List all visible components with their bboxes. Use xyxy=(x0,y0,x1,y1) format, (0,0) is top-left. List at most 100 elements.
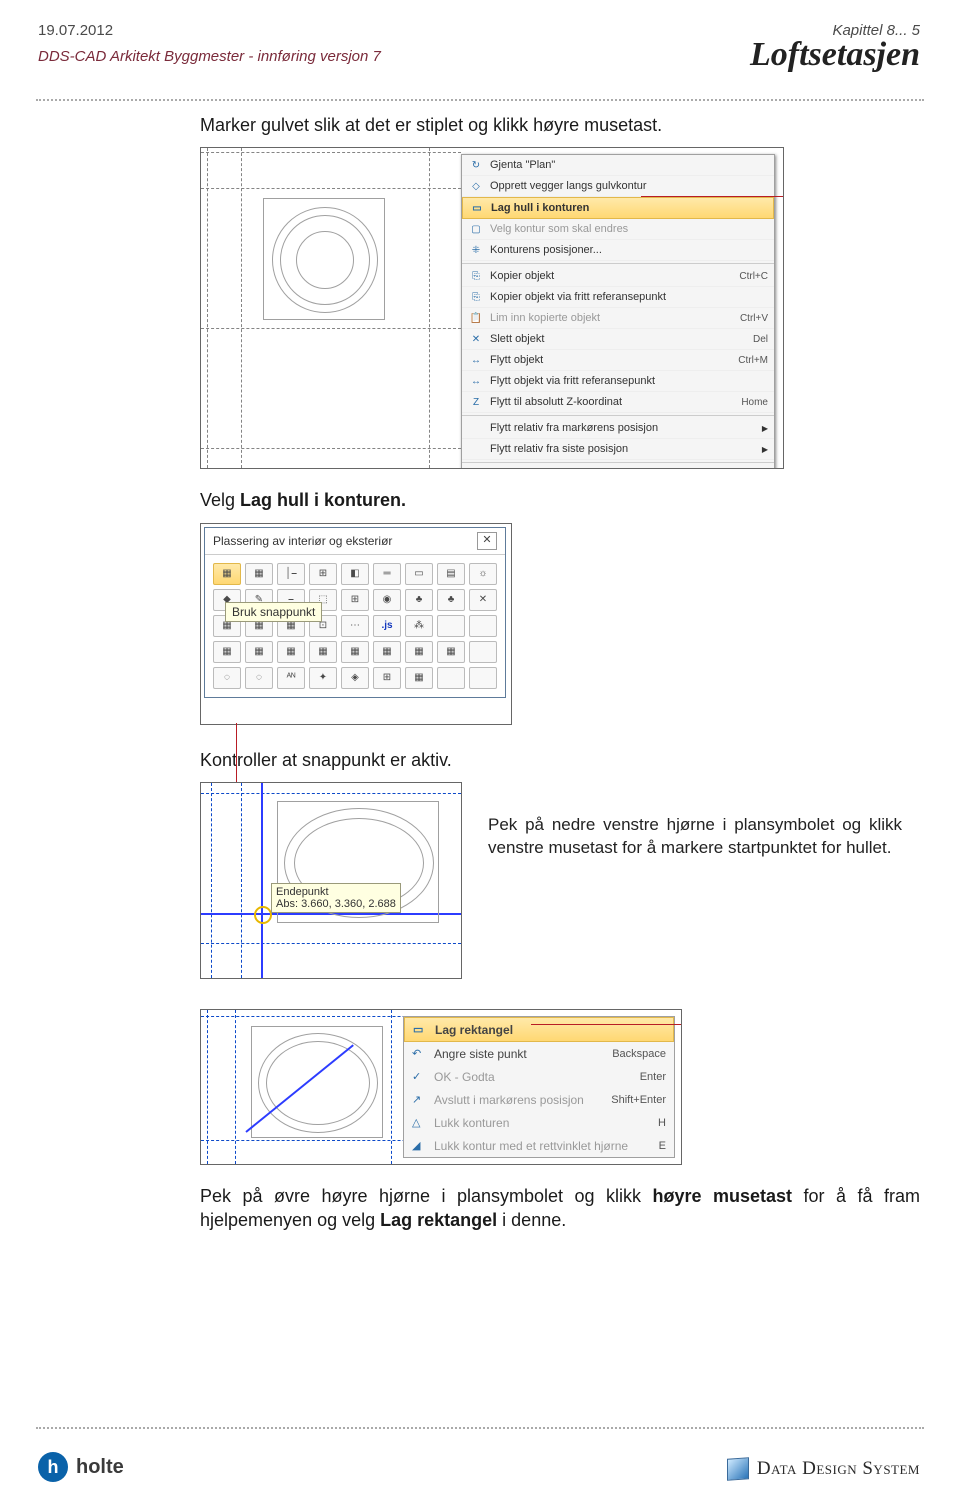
menu-shortcut: Shift+Enter xyxy=(611,1094,666,1106)
ribbon-button[interactable]: ✕ xyxy=(469,589,497,611)
menu-icon: ▢ xyxy=(468,222,484,236)
ribbon-button[interactable]: ♣ xyxy=(405,589,433,611)
menu-item[interactable]: ↶Angre siste punktBackspace xyxy=(404,1042,674,1065)
ribbon-button[interactable]: ▦ xyxy=(245,641,273,663)
menu-icon: ⎘ xyxy=(468,269,484,283)
menu-item[interactable]: ZFlytt til absolutt Z-koordinatHome xyxy=(462,392,774,413)
menu-icon: ↶ xyxy=(412,1047,428,1060)
ribbon-button[interactable]: ▦ xyxy=(245,563,273,585)
menu-item[interactable]: ⁜ Konturens posisjoner... xyxy=(462,240,774,261)
menu-item[interactable]: ⎘Kopier objekt via fritt referansepunkt xyxy=(462,287,774,308)
menu-item: △Lukk konturenH xyxy=(404,1111,674,1134)
ribbon-button[interactable]: ◧ xyxy=(341,563,369,585)
ribbon-button[interactable] xyxy=(437,667,465,689)
ribbon-button[interactable]: ▦ xyxy=(277,641,305,663)
menu-label: Avslutt i markørens posisjon xyxy=(434,1093,611,1107)
menu-icon: ▭ xyxy=(469,201,485,215)
menu-item[interactable]: ↔Flytt objekt via fritt referansepunkt xyxy=(462,371,774,392)
menu-item: ▢ Velg kontur som skal endres xyxy=(462,219,774,240)
ribbon-button[interactable]: ⊞ xyxy=(341,589,369,611)
menu-item[interactable]: ↻Roter objekt om Z-aksen xyxy=(462,465,774,469)
para-4: Pek på nedre venstre hjørne i plansymbol… xyxy=(488,814,902,860)
menu-item: ↗Avslutt i markørens posisjonShift+Enter xyxy=(404,1088,674,1111)
ribbon-button[interactable]: │⎯ xyxy=(277,563,305,585)
plan-area xyxy=(201,148,461,468)
menu-label: Lukk kontur med et rettvinklet hjørne xyxy=(434,1139,659,1153)
ribbon-button[interactable] xyxy=(469,615,497,637)
ribbon-button[interactable]: ᴬᴺ xyxy=(277,667,305,689)
menu-item[interactable]: ⎘Kopier objektCtrl+C xyxy=(462,266,774,287)
menu-label: Kopier objekt xyxy=(490,270,739,282)
p5d: Lag rektangel xyxy=(380,1210,497,1230)
figure-menu-rect: ▭Lag rektangel↶Angre siste punktBackspac… xyxy=(200,1009,682,1165)
ribbon-button[interactable]: ⁂ xyxy=(405,615,433,637)
ribbon-button[interactable]: .js xyxy=(373,615,401,637)
ribbon-button[interactable]: ◌ xyxy=(245,667,273,689)
menu-shortcut: Ctrl+V xyxy=(740,313,768,324)
menu-label: Konturens posisjoner... xyxy=(490,244,768,256)
ribbon-button[interactable] xyxy=(469,641,497,663)
ribbon-button[interactable]: ◌ xyxy=(213,667,241,689)
ribbon-button[interactable]: ✦ xyxy=(309,667,337,689)
menu-item[interactable]: ↻Gjenta "Plan" xyxy=(462,155,774,176)
menu-item: 📋Lim inn kopierte objektCtrl+V xyxy=(462,308,774,329)
ribbon-button[interactable]: ▦ xyxy=(309,641,337,663)
menu-icon: ◢ xyxy=(412,1139,428,1152)
menu-item: ◢ Lukk kontur med et rettvinklet hjørneE xyxy=(404,1134,674,1157)
menu-item[interactable]: ▭ Lag hull i konturen xyxy=(462,197,774,219)
menu-label: Lukk konturen xyxy=(434,1116,658,1130)
menu-icon: ⁜ xyxy=(468,243,484,257)
ribbon-button[interactable]: ▦ xyxy=(437,641,465,663)
snap-tip-1: Endepunkt xyxy=(276,886,396,898)
menu-label: Velg kontur som skal endres xyxy=(490,223,768,235)
menu-label: Slett objekt xyxy=(490,333,753,345)
ribbon-button[interactable] xyxy=(469,667,497,689)
context-menu[interactable]: ↻Gjenta "Plan" ◇ Opprett vegger langs gulv… xyxy=(461,154,775,469)
menu-shortcut: Home xyxy=(741,397,768,408)
context-menu-2[interactable]: ▭Lag rektangel↶Angre siste punktBackspac… xyxy=(403,1016,675,1158)
ribbon-button[interactable]: ◈ xyxy=(341,667,369,689)
ribbon-button[interactable]: ⋯ xyxy=(341,615,369,637)
footer-right: Data Design System xyxy=(727,1458,920,1480)
ribbon-button[interactable]: ☼ xyxy=(469,563,497,585)
menu-icon: ◇ xyxy=(468,179,484,193)
menu-item[interactable]: Flytt relativ fra markørens posisjon▶ xyxy=(462,418,774,439)
ribbon-button[interactable]: ═ xyxy=(373,563,401,585)
menu-shortcut: E xyxy=(659,1140,666,1152)
snap-tooltip: Endepunkt Abs: 3.660, 3.360, 2.688 xyxy=(271,883,401,913)
menu-icon: ↔ xyxy=(468,374,484,388)
ribbon-button[interactable]: ⊞ xyxy=(373,667,401,689)
menu-label: Lag hull i konturen xyxy=(491,202,767,214)
menu-item[interactable]: ✕Slett objektDel xyxy=(462,329,774,350)
menu-label: Flytt til absolutt Z-koordinat xyxy=(490,396,741,408)
menu-icon xyxy=(468,421,484,435)
menu-item[interactable]: ↔Flytt objektCtrl+M xyxy=(462,350,774,371)
menu-item[interactable]: ◇ Opprett vegger langs gulvkontur xyxy=(462,176,774,197)
ribbon-button[interactable]: ▤ xyxy=(437,563,465,585)
submenu-arrow-icon: ▶ xyxy=(762,445,768,454)
ribbon-button[interactable]: ▦ xyxy=(405,667,433,689)
ribbon-button[interactable]: ▦ xyxy=(373,641,401,663)
footer-right-text: Data Design System xyxy=(757,1458,920,1480)
content-area: Marker gulvet slik at det er stiplet og … xyxy=(200,110,920,1242)
menu-shortcut: Del xyxy=(753,334,768,345)
ribbon-button[interactable]: ▦ xyxy=(213,563,241,585)
menu-shortcut: Enter xyxy=(640,1071,666,1083)
menu-icon: ▭ xyxy=(413,1023,429,1036)
ribbon-button[interactable] xyxy=(437,615,465,637)
ribbon-button[interactable]: ▦ xyxy=(341,641,369,663)
close-icon[interactable]: ✕ xyxy=(477,532,497,550)
menu-item[interactable]: Flytt relativ fra siste posisjon▶ xyxy=(462,439,774,460)
ribbon-button[interactable]: ♣ xyxy=(437,589,465,611)
menu-label: Kopier objekt via fritt referansepunkt xyxy=(490,291,768,303)
page-date: 19.07.2012 xyxy=(38,22,113,39)
ribbon-button[interactable]: ▦ xyxy=(213,641,241,663)
menu-label: Angre siste punkt xyxy=(434,1047,612,1061)
ribbon-button[interactable]: ⊞ xyxy=(309,563,337,585)
menu-label: Opprett vegger langs gulvkontur xyxy=(490,180,768,192)
figure-snap: Endepunkt Abs: 3.660, 3.360, 2.688 xyxy=(200,782,462,979)
menu-item[interactable]: ▭Lag rektangel xyxy=(404,1017,674,1042)
ribbon-button[interactable]: ◉ xyxy=(373,589,401,611)
ribbon-button[interactable]: ▭ xyxy=(405,563,433,585)
ribbon-button[interactable]: ▦ xyxy=(405,641,433,663)
